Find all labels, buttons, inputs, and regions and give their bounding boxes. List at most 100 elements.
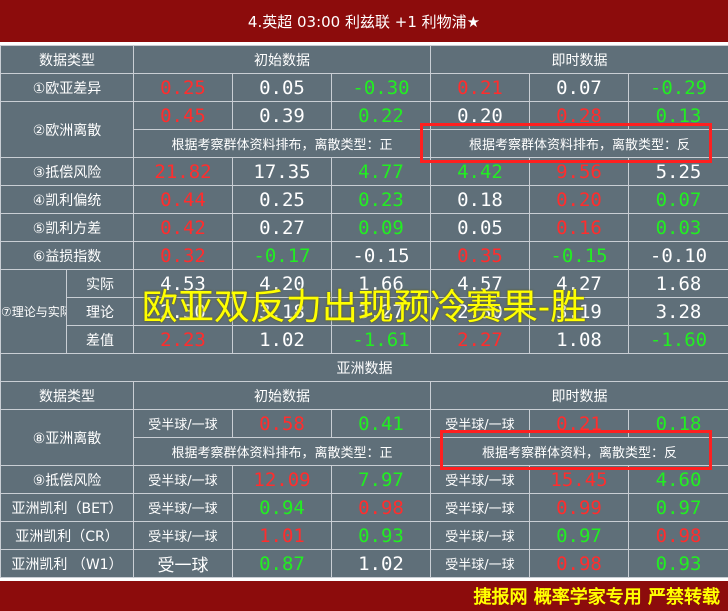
row-compensation-risk: ③抵偿风险 21.82 17.35 4.77 4.42 9.56 5.25 (0, 157, 728, 186)
col-init-header: 初始数据 (133, 381, 431, 410)
value-cell: 3.19 (529, 297, 629, 326)
value-cell: -0.30 (331, 73, 431, 102)
handicap-cell: 受半球/一球 (430, 521, 530, 550)
row-label: 亚洲凯利（CR） (0, 521, 134, 550)
footer-text: 捷报网 概率学家专用 严禁转载 (473, 587, 720, 608)
dispersion-note-init: 根据考察群体资料排布，离散类型：正 (133, 129, 431, 158)
value-cell: 4.42 (430, 157, 530, 186)
value-cell: 0.39 (232, 101, 332, 130)
value-cell: 4.60 (627, 465, 728, 494)
row-label: ⑧亚洲离散 (0, 409, 134, 466)
value-cell: 2.23 (133, 325, 233, 354)
handicap-cell: 受半球/一球 (133, 465, 233, 494)
value-cell: 2.27 (430, 325, 530, 354)
value-cell: 17.35 (232, 157, 332, 186)
row-asia-kelly-bet: 亚洲凯利（BET） 受半球/一球 0.94 0.98 受半球/一球 0.99 0… (0, 493, 728, 522)
value-cell: 0.07 (529, 73, 629, 102)
value-cell: 21.82 (133, 157, 233, 186)
match-title-bar: 4.英超 03:00 利兹联 +1 利物浦★ (0, 0, 728, 42)
asia-section-row: 亚洲数据 (0, 353, 728, 382)
value-cell: -0.17 (232, 241, 332, 270)
value-cell: 0.13 (628, 101, 728, 130)
value-cell: 0.41 (331, 409, 431, 438)
theory-actual-label: ⑦理论与实际数值差异 (0, 269, 67, 354)
value-cell: 0.05 (430, 213, 530, 242)
value-cell: 0.18 (430, 185, 530, 214)
value-cell: 1.02 (331, 549, 431, 578)
value-cell: 4.57 (430, 269, 530, 298)
diff-label: 差值 (66, 325, 134, 354)
value-cell: 0.09 (331, 213, 431, 242)
value-cell: 2.30 (133, 297, 233, 326)
value-cell: 0.93 (331, 521, 431, 550)
value-cell: 0.42 (133, 213, 233, 242)
value-cell: 0.99 (529, 493, 629, 522)
dispersion-note-init: 根据考察群体资料排布，离散类型：正 (133, 437, 431, 466)
theory-label: 理论 (66, 297, 134, 326)
value-cell: 1.68 (628, 269, 728, 298)
value-cell: 3.27 (331, 297, 431, 326)
row-label: ⑨抵偿风险 (0, 465, 134, 494)
value-cell: 4.53 (133, 269, 233, 298)
value-cell: 0.21 (529, 409, 629, 438)
row-euro-dispersion: ②欧洲离散 0.45 0.39 0.22 0.20 0.28 0.13 (0, 101, 728, 158)
row-label: 亚洲凯利（BET） (0, 493, 134, 522)
value-cell: 4.27 (529, 269, 629, 298)
col-init-header: 初始数据 (133, 45, 431, 74)
asia-header-row: 数据类型 初始数据 即时数据 (0, 381, 728, 410)
value-cell: -0.29 (628, 73, 728, 102)
value-cell: 0.25 (133, 73, 233, 102)
row-theory: 理论 2.30 3.18 3.27 2.30 3.19 3.28 (1, 297, 728, 326)
row-label: ②欧洲离散 (0, 101, 134, 158)
row-asia-kelly-cr: 亚洲凯利（CR） 受半球/一球 1.01 0.93 受半球/一球 0.97 0.… (0, 521, 728, 550)
value-cell: 1.02 (232, 325, 332, 354)
dispersion-note-live: 根据考察群体资料排布，离散类型：反 (430, 129, 728, 158)
theory-actual-table: ⑦理论与实际数值差异 实际 4.53 4.20 1.66 4.57 4.27 1… (0, 269, 728, 354)
value-cell: 0.98 (627, 521, 728, 550)
value-cell: 0.97 (627, 493, 728, 522)
col-type-header: 数据类型 (0, 45, 134, 74)
value-cell: -1.61 (331, 325, 431, 354)
value-cell: 4.20 (232, 269, 332, 298)
col-live-header: 即时数据 (429, 381, 728, 410)
value-cell: -0.15 (331, 241, 431, 270)
handicap-cell: 受半球/一球 (430, 493, 530, 522)
value-cell: 3.18 (232, 297, 332, 326)
value-cell: 0.22 (331, 101, 431, 130)
value-cell: 0.16 (529, 213, 629, 242)
col-type-header: 数据类型 (0, 381, 134, 410)
row-asia-dispersion: ⑧亚洲离散 受半球/一球 0.58 0.41 受半球/一球 0.21 0.18 (0, 409, 728, 466)
row-label: ①欧亚差异 (0, 73, 134, 102)
value-cell: 0.58 (232, 409, 332, 438)
value-cell: 0.87 (232, 549, 332, 578)
row-kelly-variance: ⑤凯利方差 0.42 0.27 0.09 0.05 0.16 0.03 (0, 213, 728, 242)
value-cell: 1.01 (232, 521, 332, 550)
value-cell: 0.25 (232, 185, 332, 214)
value-cell: 3.28 (628, 297, 728, 326)
row-diff: 差值 2.23 1.02 -1.61 2.27 1.08 -1.60 (1, 325, 728, 354)
value-cell: -0.15 (529, 241, 629, 270)
value-cell: 1.66 (331, 269, 431, 298)
handicap-cell: 受半球/一球 (133, 409, 233, 438)
value-cell: 7.97 (331, 465, 431, 494)
value-cell: 0.32 (133, 241, 233, 270)
handicap-cell: 受半球/一球 (133, 521, 233, 550)
value-cell: 0.94 (232, 493, 332, 522)
value-cell: 15.45 (529, 465, 629, 494)
row-actual: ⑦理论与实际数值差异 实际 4.53 4.20 1.66 4.57 4.27 1… (0, 269, 728, 354)
value-cell: 0.98 (331, 493, 431, 522)
value-cell: 1.08 (529, 325, 629, 354)
row-profit-loss-index: ⑥益损指数 0.32 -0.17 -0.15 0.35 -0.15 -0.10 (0, 241, 728, 270)
value-cell: 9.56 (529, 157, 629, 186)
value-cell: 12.09 (232, 465, 332, 494)
value-cell: 0.44 (133, 185, 233, 214)
row-label: ⑤凯利方差 (0, 213, 134, 242)
value-cell: 0.97 (529, 521, 629, 550)
col-live-header: 即时数据 (430, 45, 728, 74)
value-cell: 0.98 (529, 549, 629, 578)
row-label: 亚洲凯利 （W1） (0, 549, 134, 578)
value-cell: 5.25 (628, 157, 728, 186)
dispersion-note-live: 根据考察群体资料，离散类型：反 (429, 437, 728, 466)
value-cell: 2.30 (430, 297, 530, 326)
value-cell: 0.18 (627, 409, 728, 438)
